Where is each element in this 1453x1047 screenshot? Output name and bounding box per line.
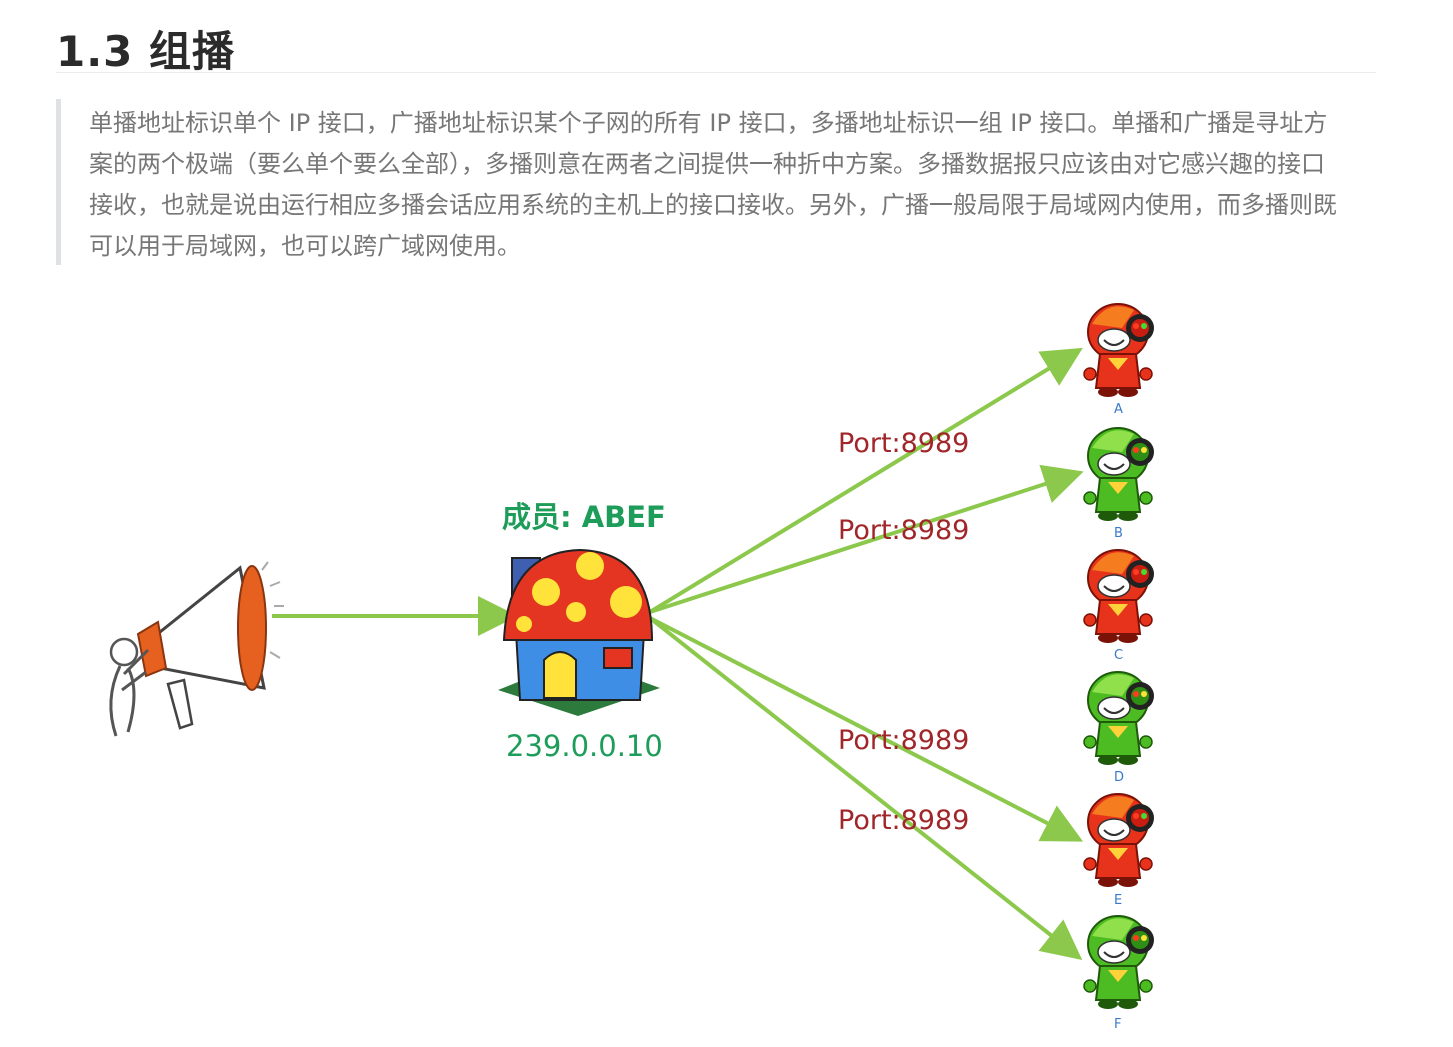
receiver-e-icon	[1083, 793, 1155, 888]
receiver-f-icon	[1083, 915, 1155, 1010]
receiver-a-icon	[1083, 303, 1155, 398]
receiver-c-label: C	[1114, 648, 1123, 663]
mushroom-house-icon	[498, 548, 660, 716]
receiver-c: C	[1083, 549, 1155, 663]
receiver-c-icon	[1083, 549, 1155, 644]
port-label-a: Port:8989	[838, 428, 969, 459]
receiver-b: B	[1083, 427, 1155, 541]
group-members-label: 成员: ABEF	[502, 500, 666, 534]
receiver-d: D	[1083, 671, 1155, 785]
multicast-diagram: 成员: ABEF 239.0.0.10 Port:8989 Port:8989 …	[109, 303, 1155, 1032]
receiver-a: A	[1083, 303, 1155, 417]
receiver-e: E	[1083, 793, 1155, 908]
arrow-to-a	[648, 347, 1083, 614]
port-label-f: Port:8989	[838, 805, 969, 836]
receiver-d-label: D	[1114, 770, 1124, 785]
megaphone-person-icon	[109, 561, 284, 737]
arrow-to-f	[648, 616, 1083, 960]
receiver-a-label: A	[1114, 402, 1123, 417]
receiver-b-icon	[1083, 427, 1155, 522]
receiver-e-label: E	[1114, 893, 1122, 908]
group-address-label: 239.0.0.10	[506, 729, 663, 763]
port-label-e: Port:8989	[838, 725, 969, 756]
receiver-f: F	[1083, 915, 1155, 1032]
receiver-f-label: F	[1114, 1017, 1121, 1032]
receiver-d-icon	[1083, 671, 1155, 766]
receiver-b-label: B	[1114, 526, 1123, 541]
port-label-b: Port:8989	[838, 515, 969, 546]
